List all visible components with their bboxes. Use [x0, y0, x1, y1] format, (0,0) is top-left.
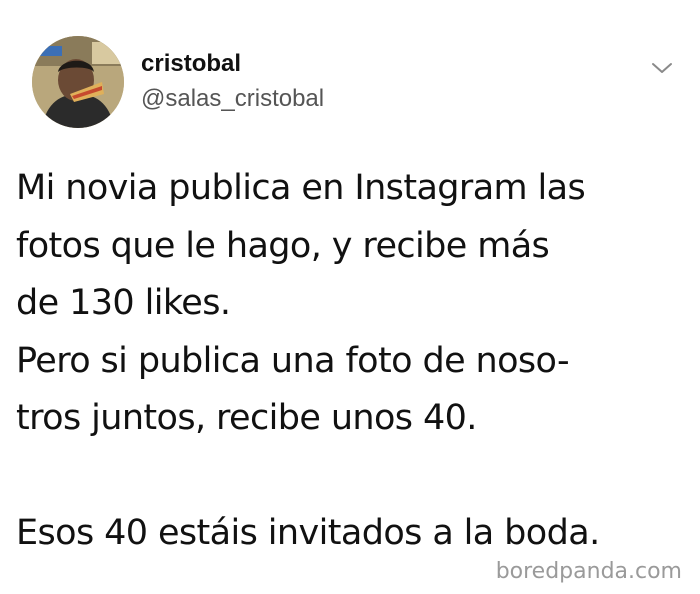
tweet-text-line: Pero si publica una foto de noso-: [16, 340, 570, 381]
tweet-text-line: fotos que le hago, y recibe más: [16, 225, 550, 266]
tweet-card: cristobal @salas_cristobal Mi novia publ…: [0, 0, 700, 594]
tweet-text-line: Esos 40 estáis invitados a la boda.: [16, 513, 600, 553]
tweet-menu-button[interactable]: [648, 58, 676, 78]
chevron-down-icon: [652, 63, 672, 73]
watermark: boredpanda.com: [495, 559, 682, 584]
tweet-text: Mi novia publica en Instagram las fotos …: [16, 160, 696, 563]
tweet-text-line: Mi novia publica en Instagram las: [16, 168, 586, 208]
tweet-text-line: tros juntos, recibe unos 40.: [16, 398, 477, 438]
user-avatar-icon: [32, 36, 124, 128]
display-name[interactable]: cristobal: [141, 50, 241, 78]
avatar[interactable]: [32, 36, 124, 128]
tweet-text-line: de 130 likes.: [16, 283, 231, 323]
user-handle[interactable]: @salas_cristobal: [141, 85, 324, 113]
